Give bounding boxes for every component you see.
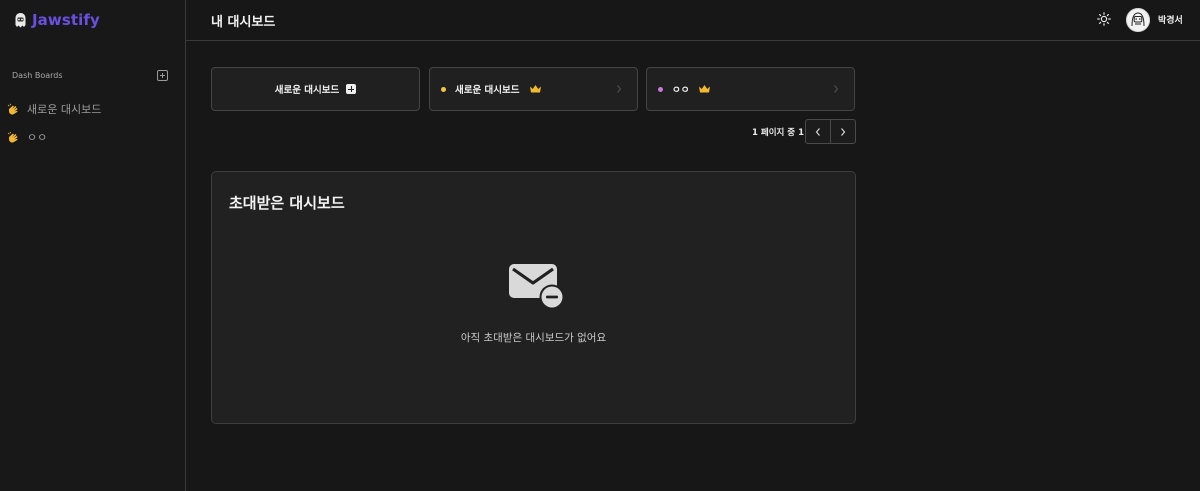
color-dot-icon [658, 86, 663, 92]
avatar[interactable] [1126, 8, 1150, 32]
dashboard-card-2[interactable]: ㅇㅇ [646, 67, 855, 111]
chevron-right-icon [617, 85, 622, 93]
brand-logo-link[interactable]: Jawstify [14, 10, 100, 30]
next-page-button[interactable] [830, 119, 856, 144]
user-avatar-icon [1126, 8, 1150, 32]
dashboard-card-1[interactable]: 새로운 대시보드 [429, 67, 638, 111]
dashboard-card-label: 새로운 대시보드 [455, 85, 520, 96]
color-dot-icon [441, 86, 446, 92]
app-name: Jawstify [32, 11, 100, 29]
waving-hand-icon [7, 103, 18, 114]
crown-icon [529, 85, 541, 93]
new-dashboard-button[interactable]: 새로운 대시보드 [211, 67, 420, 111]
prev-page-button[interactable] [805, 119, 831, 144]
section-label: Dash Boards [12, 70, 63, 80]
ghost-logo-icon [15, 12, 26, 27]
sun-icon[interactable] [1097, 12, 1111, 26]
top-header: 내 대시보드 박경서 [186, 0, 1200, 41]
chevron-right-icon [834, 85, 839, 93]
pagination-text: 1 페이지 중 1 [752, 128, 804, 138]
chevron-left-icon [815, 127, 820, 136]
user-name[interactable]: 박경서 [1158, 13, 1183, 26]
mail-minus-icon [509, 264, 565, 310]
invited-dashboards-panel: 초대받은 대시보드 아직 초대받은 대시보드가 없어요 [211, 171, 856, 424]
dashboards-section-header: Dash Boards [12, 68, 168, 82]
plus-icon [346, 84, 357, 94]
sidebar-item-dashboard-1[interactable]: 새로운 대시보드 [7, 101, 101, 117]
new-dashboard-label: 새로운 대시보드 [274, 85, 340, 96]
sidebar-item-label: 새로운 대시보드 [27, 103, 102, 116]
sidebar-item-label: ㅇㅇ [27, 131, 48, 144]
add-dashboard-icon[interactable] [157, 69, 168, 81]
dashboard-card-label: ㅇㅇ [672, 85, 690, 96]
invited-title: 초대받은 대시보드 [229, 194, 345, 212]
sidebar: Jawstify Dash Boards 새로운 대시보드 ㅇㅇ [0, 0, 186, 491]
empty-state-text: 아직 초대받은 대시보드가 없어요 [460, 332, 607, 344]
page-title: 내 대시보드 [211, 15, 276, 30]
sidebar-item-dashboard-2[interactable]: ㅇㅇ [7, 129, 47, 145]
chevron-right-icon [841, 127, 846, 136]
waving-hand-icon [7, 131, 18, 142]
crown-icon [699, 85, 711, 93]
